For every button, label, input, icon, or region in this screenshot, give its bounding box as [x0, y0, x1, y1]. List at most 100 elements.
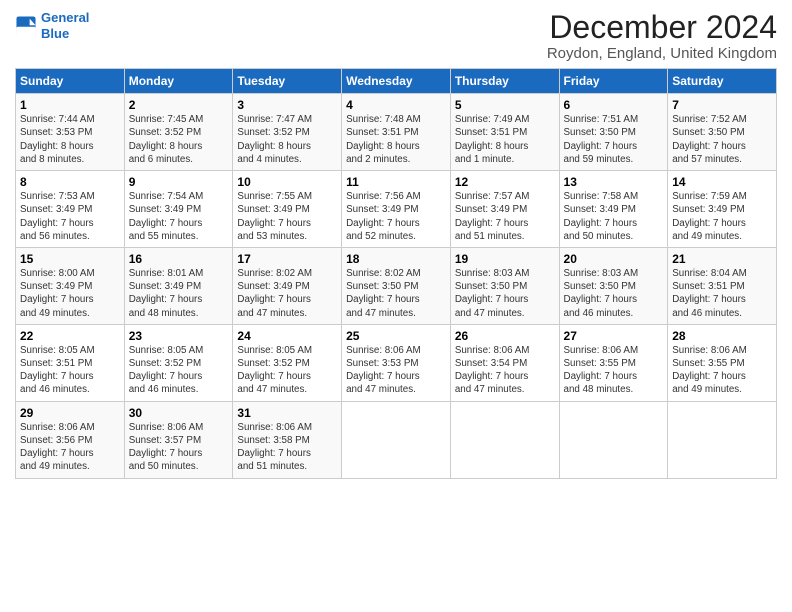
subtitle: Roydon, England, United Kingdom: [547, 45, 777, 62]
day-info: Sunrise: 8:05 AM Sunset: 3:51 PM Dayligh…: [20, 344, 120, 397]
day-number: 1: [20, 98, 120, 112]
day-number: 8: [20, 175, 120, 189]
day-cell: [450, 401, 559, 478]
logo-icon: [15, 15, 37, 37]
day-info: Sunrise: 7:49 AM Sunset: 3:51 PM Dayligh…: [455, 113, 555, 166]
day-number: 25: [346, 329, 446, 343]
day-cell: 4Sunrise: 7:48 AM Sunset: 3:51 PM Daylig…: [342, 94, 451, 171]
day-number: 22: [20, 329, 120, 343]
day-cell: 24Sunrise: 8:05 AM Sunset: 3:52 PM Dayli…: [233, 324, 342, 401]
day-info: Sunrise: 7:55 AM Sunset: 3:49 PM Dayligh…: [237, 190, 337, 243]
day-cell: 30Sunrise: 8:06 AM Sunset: 3:57 PM Dayli…: [124, 401, 233, 478]
day-cell: 3Sunrise: 7:47 AM Sunset: 3:52 PM Daylig…: [233, 94, 342, 171]
day-info: Sunrise: 8:03 AM Sunset: 3:50 PM Dayligh…: [564, 267, 664, 320]
logo-text: General Blue: [41, 10, 89, 41]
col-header-friday: Friday: [559, 69, 668, 94]
day-info: Sunrise: 7:48 AM Sunset: 3:51 PM Dayligh…: [346, 113, 446, 166]
week-row-3: 15Sunrise: 8:00 AM Sunset: 3:49 PM Dayli…: [16, 247, 777, 324]
header-row: SundayMondayTuesdayWednesdayThursdayFrid…: [16, 69, 777, 94]
col-header-tuesday: Tuesday: [233, 69, 342, 94]
day-info: Sunrise: 8:02 AM Sunset: 3:50 PM Dayligh…: [346, 267, 446, 320]
day-number: 2: [129, 98, 229, 112]
day-number: 30: [129, 406, 229, 420]
day-cell: 25Sunrise: 8:06 AM Sunset: 3:53 PM Dayli…: [342, 324, 451, 401]
day-cell: 31Sunrise: 8:06 AM Sunset: 3:58 PM Dayli…: [233, 401, 342, 478]
logo-general: General: [41, 10, 89, 25]
main-title: December 2024: [547, 10, 777, 45]
day-number: 12: [455, 175, 555, 189]
day-info: Sunrise: 8:06 AM Sunset: 3:56 PM Dayligh…: [20, 421, 120, 474]
day-number: 15: [20, 252, 120, 266]
day-cell: 19Sunrise: 8:03 AM Sunset: 3:50 PM Dayli…: [450, 247, 559, 324]
day-info: Sunrise: 7:57 AM Sunset: 3:49 PM Dayligh…: [455, 190, 555, 243]
day-number: 21: [672, 252, 772, 266]
day-number: 23: [129, 329, 229, 343]
day-cell: 2Sunrise: 7:45 AM Sunset: 3:52 PM Daylig…: [124, 94, 233, 171]
day-cell: 16Sunrise: 8:01 AM Sunset: 3:49 PM Dayli…: [124, 247, 233, 324]
day-info: Sunrise: 8:01 AM Sunset: 3:49 PM Dayligh…: [129, 267, 229, 320]
day-info: Sunrise: 8:03 AM Sunset: 3:50 PM Dayligh…: [455, 267, 555, 320]
day-number: 24: [237, 329, 337, 343]
day-cell: 21Sunrise: 8:04 AM Sunset: 3:51 PM Dayli…: [668, 247, 777, 324]
day-info: Sunrise: 7:59 AM Sunset: 3:49 PM Dayligh…: [672, 190, 772, 243]
day-cell: 10Sunrise: 7:55 AM Sunset: 3:49 PM Dayli…: [233, 171, 342, 248]
col-header-thursday: Thursday: [450, 69, 559, 94]
day-cell: 26Sunrise: 8:06 AM Sunset: 3:54 PM Dayli…: [450, 324, 559, 401]
day-number: 5: [455, 98, 555, 112]
day-info: Sunrise: 7:53 AM Sunset: 3:49 PM Dayligh…: [20, 190, 120, 243]
day-cell: 13Sunrise: 7:58 AM Sunset: 3:49 PM Dayli…: [559, 171, 668, 248]
day-number: 28: [672, 329, 772, 343]
day-cell: 17Sunrise: 8:02 AM Sunset: 3:49 PM Dayli…: [233, 247, 342, 324]
day-cell: 29Sunrise: 8:06 AM Sunset: 3:56 PM Dayli…: [16, 401, 125, 478]
day-info: Sunrise: 8:05 AM Sunset: 3:52 PM Dayligh…: [129, 344, 229, 397]
day-cell: 9Sunrise: 7:54 AM Sunset: 3:49 PM Daylig…: [124, 171, 233, 248]
header-area: General Blue December 2024 Roydon, Engla…: [15, 10, 777, 62]
day-cell: [342, 401, 451, 478]
day-info: Sunrise: 8:06 AM Sunset: 3:57 PM Dayligh…: [129, 421, 229, 474]
col-header-saturday: Saturday: [668, 69, 777, 94]
day-number: 26: [455, 329, 555, 343]
day-info: Sunrise: 7:45 AM Sunset: 3:52 PM Dayligh…: [129, 113, 229, 166]
calendar-table: SundayMondayTuesdayWednesdayThursdayFrid…: [15, 68, 777, 478]
day-info: Sunrise: 8:05 AM Sunset: 3:52 PM Dayligh…: [237, 344, 337, 397]
day-cell: 1Sunrise: 7:44 AM Sunset: 3:53 PM Daylig…: [16, 94, 125, 171]
day-cell: 18Sunrise: 8:02 AM Sunset: 3:50 PM Dayli…: [342, 247, 451, 324]
day-cell: 14Sunrise: 7:59 AM Sunset: 3:49 PM Dayli…: [668, 171, 777, 248]
day-number: 11: [346, 175, 446, 189]
day-cell: 12Sunrise: 7:57 AM Sunset: 3:49 PM Dayli…: [450, 171, 559, 248]
day-number: 9: [129, 175, 229, 189]
day-number: 14: [672, 175, 772, 189]
day-number: 13: [564, 175, 664, 189]
day-cell: 5Sunrise: 7:49 AM Sunset: 3:51 PM Daylig…: [450, 94, 559, 171]
day-cell: 22Sunrise: 8:05 AM Sunset: 3:51 PM Dayli…: [16, 324, 125, 401]
day-cell: 7Sunrise: 7:52 AM Sunset: 3:50 PM Daylig…: [668, 94, 777, 171]
day-number: 27: [564, 329, 664, 343]
day-number: 29: [20, 406, 120, 420]
day-info: Sunrise: 7:52 AM Sunset: 3:50 PM Dayligh…: [672, 113, 772, 166]
day-info: Sunrise: 8:06 AM Sunset: 3:58 PM Dayligh…: [237, 421, 337, 474]
day-number: 16: [129, 252, 229, 266]
day-info: Sunrise: 8:06 AM Sunset: 3:55 PM Dayligh…: [564, 344, 664, 397]
day-info: Sunrise: 8:04 AM Sunset: 3:51 PM Dayligh…: [672, 267, 772, 320]
day-info: Sunrise: 8:00 AM Sunset: 3:49 PM Dayligh…: [20, 267, 120, 320]
day-info: Sunrise: 7:44 AM Sunset: 3:53 PM Dayligh…: [20, 113, 120, 166]
day-cell: 23Sunrise: 8:05 AM Sunset: 3:52 PM Dayli…: [124, 324, 233, 401]
col-header-sunday: Sunday: [16, 69, 125, 94]
day-cell: 27Sunrise: 8:06 AM Sunset: 3:55 PM Dayli…: [559, 324, 668, 401]
logo-blue: Blue: [41, 26, 69, 41]
day-number: 6: [564, 98, 664, 112]
col-header-wednesday: Wednesday: [342, 69, 451, 94]
day-cell: 6Sunrise: 7:51 AM Sunset: 3:50 PM Daylig…: [559, 94, 668, 171]
day-number: 31: [237, 406, 337, 420]
day-info: Sunrise: 7:54 AM Sunset: 3:49 PM Dayligh…: [129, 190, 229, 243]
week-row-1: 1Sunrise: 7:44 AM Sunset: 3:53 PM Daylig…: [16, 94, 777, 171]
day-cell: 11Sunrise: 7:56 AM Sunset: 3:49 PM Dayli…: [342, 171, 451, 248]
day-info: Sunrise: 7:47 AM Sunset: 3:52 PM Dayligh…: [237, 113, 337, 166]
day-number: 18: [346, 252, 446, 266]
day-info: Sunrise: 7:56 AM Sunset: 3:49 PM Dayligh…: [346, 190, 446, 243]
calendar-container: General Blue December 2024 Roydon, Engla…: [0, 0, 792, 489]
day-number: 7: [672, 98, 772, 112]
day-number: 19: [455, 252, 555, 266]
day-number: 10: [237, 175, 337, 189]
day-cell: 28Sunrise: 8:06 AM Sunset: 3:55 PM Dayli…: [668, 324, 777, 401]
